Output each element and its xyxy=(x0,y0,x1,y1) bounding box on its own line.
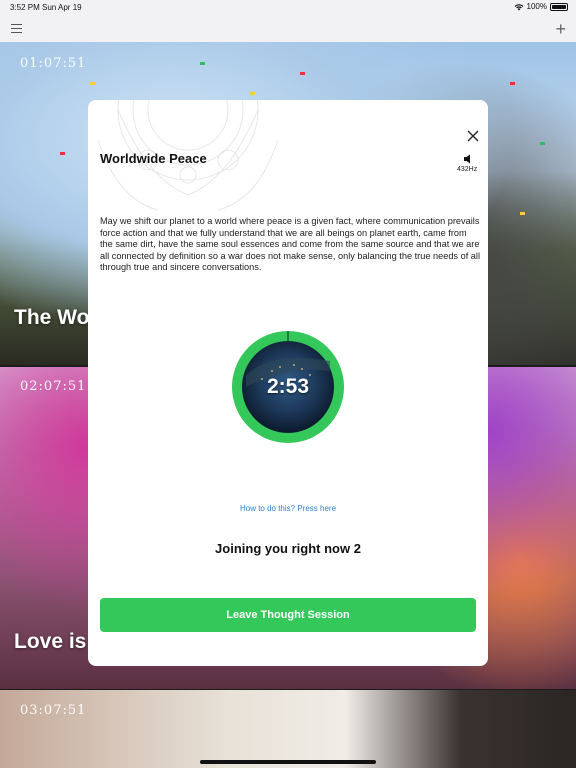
plus-icon[interactable]: + xyxy=(555,20,566,38)
home-indicator xyxy=(200,760,376,764)
status-time: 3:52 PM xyxy=(10,3,40,12)
status-date: Sun Apr 19 xyxy=(42,3,82,12)
frequency-label: 432Hz xyxy=(457,166,478,173)
session-time: 02:07:51 xyxy=(20,379,87,394)
hamburger-icon[interactable] xyxy=(11,24,22,33)
session-card-3[interactable]: 03:07:51 xyxy=(0,690,576,768)
session-modal: Worldwide Peace 432Hz May we shift our p… xyxy=(88,100,488,666)
session-title: The Wo xyxy=(14,306,90,329)
session-description: May we shift our planet to a world where… xyxy=(100,216,480,273)
battery-percent: 100% xyxy=(526,2,547,11)
nav-bar: + xyxy=(0,16,576,43)
help-link[interactable]: How to do this? Press here xyxy=(88,504,488,513)
wifi-icon xyxy=(514,3,523,10)
status-right: 100% xyxy=(514,2,568,11)
status-bar: 3:52 PM Sun Apr 19 100% xyxy=(0,0,576,16)
session-time: 03:07:51 xyxy=(20,703,87,718)
modal-title: Worldwide Peace xyxy=(100,151,207,166)
session-title: Love is xyxy=(14,630,87,653)
leave-session-button[interactable]: Leave Thought Session xyxy=(100,598,476,632)
timer-display: 2:53 xyxy=(266,375,310,398)
close-icon[interactable] xyxy=(466,129,480,143)
speaker-icon[interactable] xyxy=(462,153,474,165)
battery-icon xyxy=(550,2,568,11)
participants-count: Joining you right now 2 xyxy=(215,541,361,556)
session-time: 01:07:51 xyxy=(20,56,87,71)
